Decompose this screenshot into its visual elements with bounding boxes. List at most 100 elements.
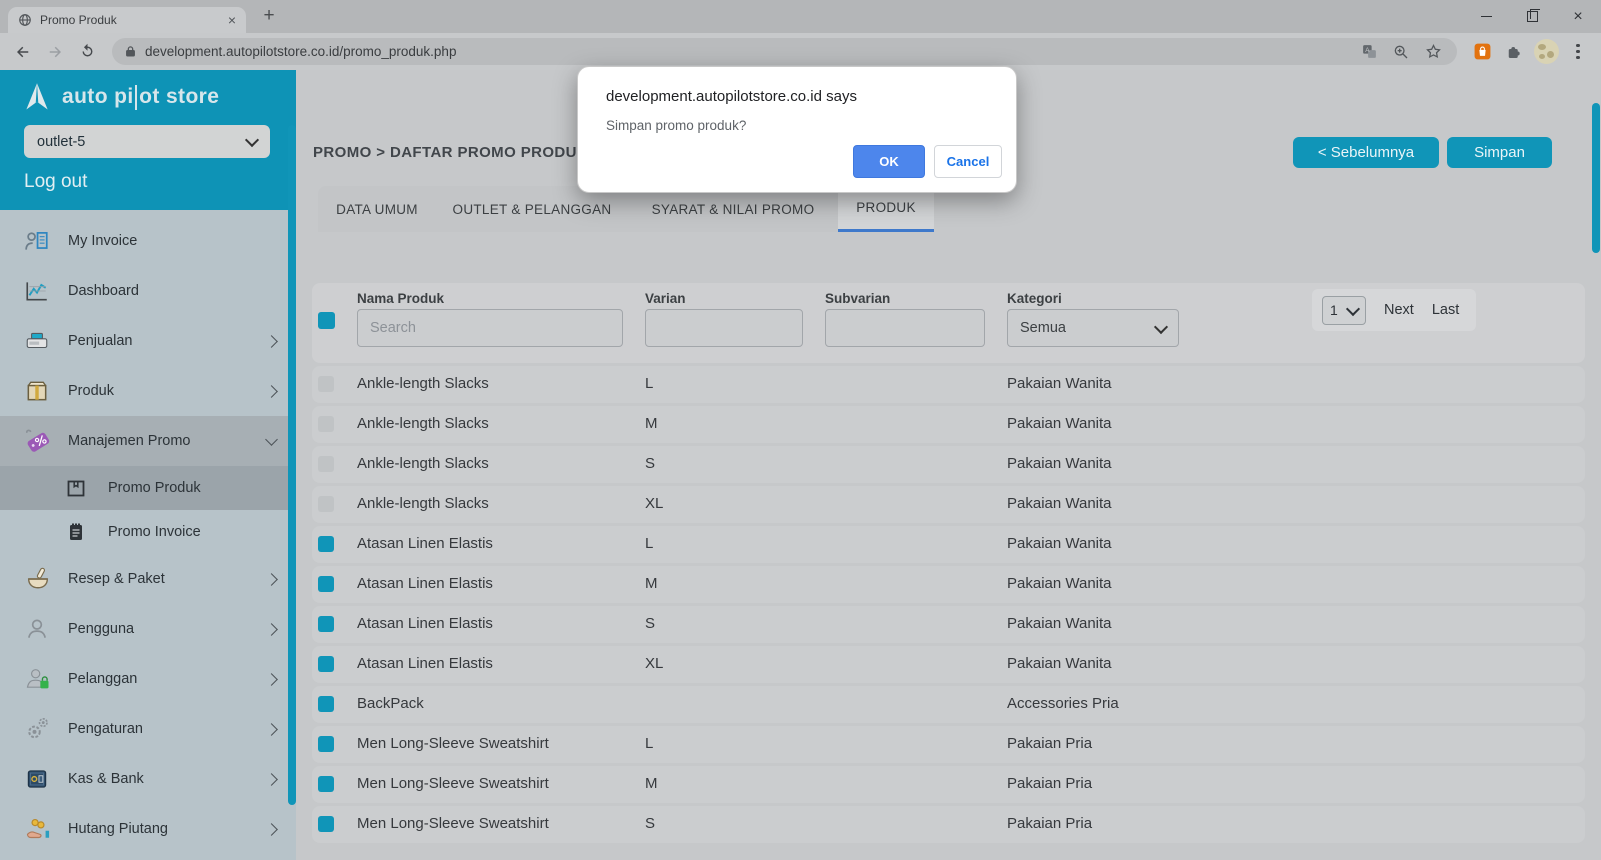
url-bar[interactable]: development.autopilotstore.co.id/promo_p…	[112, 38, 1457, 65]
new-tab-button[interactable]: +	[256, 3, 282, 29]
browser-tab[interactable]: Promo Produk ×	[8, 7, 246, 33]
chevron-down-icon	[1154, 319, 1168, 333]
chevron-right-icon	[265, 385, 278, 398]
row-varian: XL	[645, 495, 663, 512]
profile-avatar[interactable]	[1531, 37, 1561, 67]
product-table: Ankle-length SlacksLPakaian WanitaAnkle-…	[312, 366, 1585, 846]
sidebar-item-my-invoice[interactable]: My Invoice	[0, 216, 296, 266]
sidebar-item-resep-paket[interactable]: Resep & Paket	[0, 554, 296, 604]
dialog-cancel-button[interactable]: Cancel	[934, 145, 1002, 178]
outlet-select-value: outlet-5	[37, 134, 85, 150]
sidebar-item-penjualan[interactable]: Penjualan	[0, 316, 296, 366]
translate-icon[interactable]: A	[1357, 40, 1381, 64]
row-varian: S	[645, 615, 655, 632]
forward-button[interactable]	[40, 37, 70, 67]
window-close-button[interactable]: ×	[1555, 0, 1601, 33]
row-checkbox[interactable]	[318, 456, 334, 472]
row-kategori: Pakaian Wanita	[1007, 495, 1112, 512]
table-row: Atasan Linen ElastisMPakaian Wanita	[312, 566, 1585, 603]
select-all-checkbox[interactable]	[318, 312, 335, 329]
row-checkbox[interactable]	[318, 696, 334, 712]
row-kategori: Pakaian Wanita	[1007, 575, 1112, 592]
bookmark-star-icon[interactable]	[1421, 40, 1445, 64]
row-checkbox[interactable]	[318, 376, 334, 392]
sidebar-item-pengaturan[interactable]: Pengaturan	[0, 704, 296, 754]
sidebar-scrollbar-thumb[interactable]	[288, 125, 296, 805]
table-row: Ankle-length SlacksXLPakaian Wanita	[312, 486, 1585, 523]
logo-text-part1: auto pi	[62, 85, 134, 109]
sidebar-item-produk[interactable]: Produk	[0, 366, 296, 416]
sidebar-item-manajemen-promo[interactable]: Manajemen Promo	[0, 416, 296, 466]
varian-input[interactable]	[645, 309, 803, 347]
nama-produk-search-input[interactable]	[357, 309, 623, 347]
tab-close-icon[interactable]: ×	[228, 13, 236, 27]
sidebar-item-hutang-piutang[interactable]: Hutang Piutang	[0, 804, 296, 854]
table-row: Men Long-Sleeve SweatshirtMPakaian Pria	[312, 766, 1585, 803]
sidebar-item-label: Pelanggan	[68, 671, 137, 687]
outlet-select[interactable]: outlet-5	[24, 125, 270, 158]
row-checkbox[interactable]	[318, 816, 334, 832]
globe-favicon-icon	[18, 13, 32, 27]
page-select[interactable]: 1	[1322, 296, 1366, 325]
chevron-right-icon	[265, 623, 278, 636]
save-button[interactable]: Simpan	[1447, 137, 1552, 168]
table-row: Men Long-Sleeve SweatshirtLPakaian Pria	[312, 726, 1585, 763]
restore-icon	[1527, 11, 1538, 22]
logout-link[interactable]: Log out	[24, 171, 296, 193]
three-dots-icon	[1576, 44, 1579, 59]
url-text[interactable]: development.autopilotstore.co.id/promo_p…	[145, 44, 1349, 59]
varian-label: Varian	[645, 291, 686, 306]
sidebar-item-promo-produk[interactable]: Promo Produk	[0, 466, 296, 510]
row-checkbox[interactable]	[318, 656, 334, 672]
chevron-down-icon	[245, 133, 259, 147]
row-kategori: Pakaian Pria	[1007, 815, 1092, 832]
window-minimize-button[interactable]	[1463, 0, 1509, 33]
sidebar-item-promo-invoice[interactable]: Promo Invoice	[0, 510, 296, 554]
subvarian-input[interactable]	[825, 309, 985, 347]
sidebar-item-label: Penjualan	[68, 333, 133, 349]
reload-button[interactable]	[72, 37, 102, 67]
row-checkbox[interactable]	[318, 776, 334, 792]
row-checkbox[interactable]	[318, 536, 334, 552]
row-name: BackPack	[357, 695, 424, 712]
row-checkbox[interactable]	[318, 736, 334, 752]
page-scrollbar-thumb[interactable]	[1592, 103, 1600, 253]
extensions-puzzle-icon[interactable]	[1499, 37, 1529, 67]
sidebar-header: auto piot store outlet-5 Log out	[0, 70, 296, 210]
dialog-message: Simpan promo produk?	[606, 118, 988, 133]
row-checkbox[interactable]	[318, 576, 334, 592]
next-page-link[interactable]: Next	[1384, 302, 1414, 318]
row-checkbox[interactable]	[318, 496, 334, 512]
row-checkbox[interactable]	[318, 416, 334, 432]
row-name: Men Long-Sleeve Sweatshirt	[357, 815, 549, 832]
row-checkbox[interactable]	[318, 616, 334, 632]
tab-data-umum[interactable]: DATA UMUM	[318, 186, 436, 232]
filter-panel: Nama Produk Varian Subvarian Kategori Se…	[312, 283, 1585, 363]
sidebar-item-kas-bank[interactable]: Kas & Bank	[0, 754, 296, 804]
last-page-link[interactable]: Last	[1432, 302, 1459, 318]
back-button[interactable]	[8, 37, 38, 67]
row-name: Ankle-length Slacks	[357, 455, 489, 472]
sidebar-item-label: Promo Produk	[108, 480, 201, 496]
window-restore-button[interactable]	[1509, 0, 1555, 33]
sidebar-item-pengguna[interactable]: Pengguna	[0, 604, 296, 654]
safe-icon	[24, 766, 56, 792]
shopping-extension-icon[interactable]	[1467, 37, 1497, 67]
row-varian: XL	[645, 655, 663, 672]
sidebar-item-dashboard[interactable]: Dashboard	[0, 266, 296, 316]
row-varian: M	[645, 415, 658, 432]
kategori-select[interactable]: Semua	[1007, 309, 1179, 347]
js-alert-dialog: development.autopilotstore.co.id says Si…	[577, 66, 1017, 193]
dialog-ok-button[interactable]: OK	[853, 145, 925, 178]
previous-button[interactable]: < Sebelumnya	[1293, 137, 1439, 168]
table-row: Ankle-length SlacksSPakaian Wanita	[312, 446, 1585, 483]
lock-icon	[124, 45, 137, 58]
browser-menu-button[interactable]	[1563, 37, 1593, 67]
sidebar-item-pelanggan[interactable]: Pelanggan	[0, 654, 296, 704]
zoom-icon[interactable]	[1389, 40, 1413, 64]
minimize-icon	[1481, 16, 1492, 17]
sidebar-item-label: Manajemen Promo	[68, 433, 191, 449]
row-varian: M	[645, 775, 658, 792]
row-name: Men Long-Sleeve Sweatshirt	[357, 775, 549, 792]
kategori-label: Kategori	[1007, 291, 1062, 306]
